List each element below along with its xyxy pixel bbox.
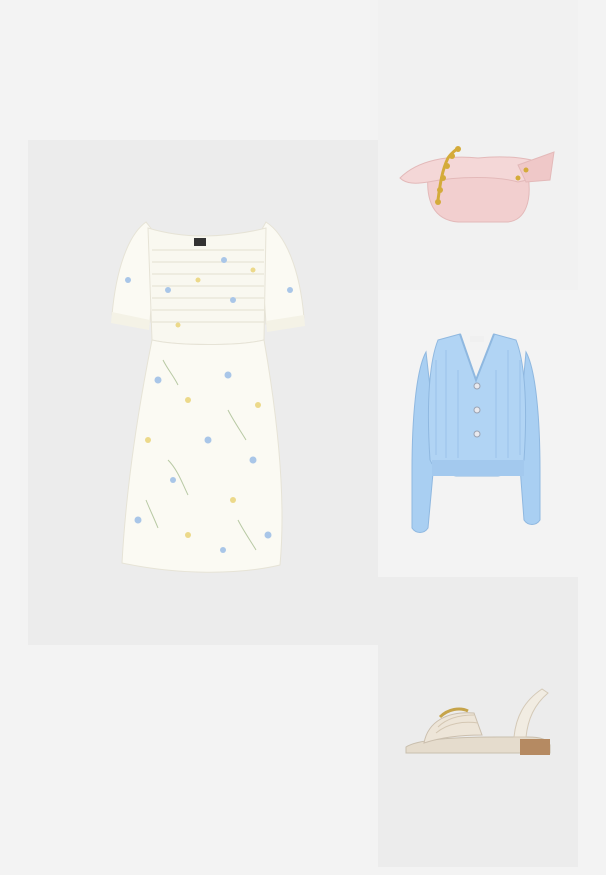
outfit-collage bbox=[0, 0, 606, 875]
product-tile-sandal[interactable] bbox=[378, 577, 578, 867]
product-tile-cardigan[interactable] bbox=[378, 290, 578, 577]
woven-block-heel-sandal-image bbox=[405, 688, 551, 755]
blue-knit-cardigan-image bbox=[411, 333, 541, 533]
product-tile-bag[interactable] bbox=[378, 0, 578, 290]
floral-smocked-dress-image bbox=[111, 221, 305, 573]
product-tile-dress[interactable] bbox=[28, 140, 378, 645]
pink-bow-bag-image bbox=[399, 146, 555, 223]
